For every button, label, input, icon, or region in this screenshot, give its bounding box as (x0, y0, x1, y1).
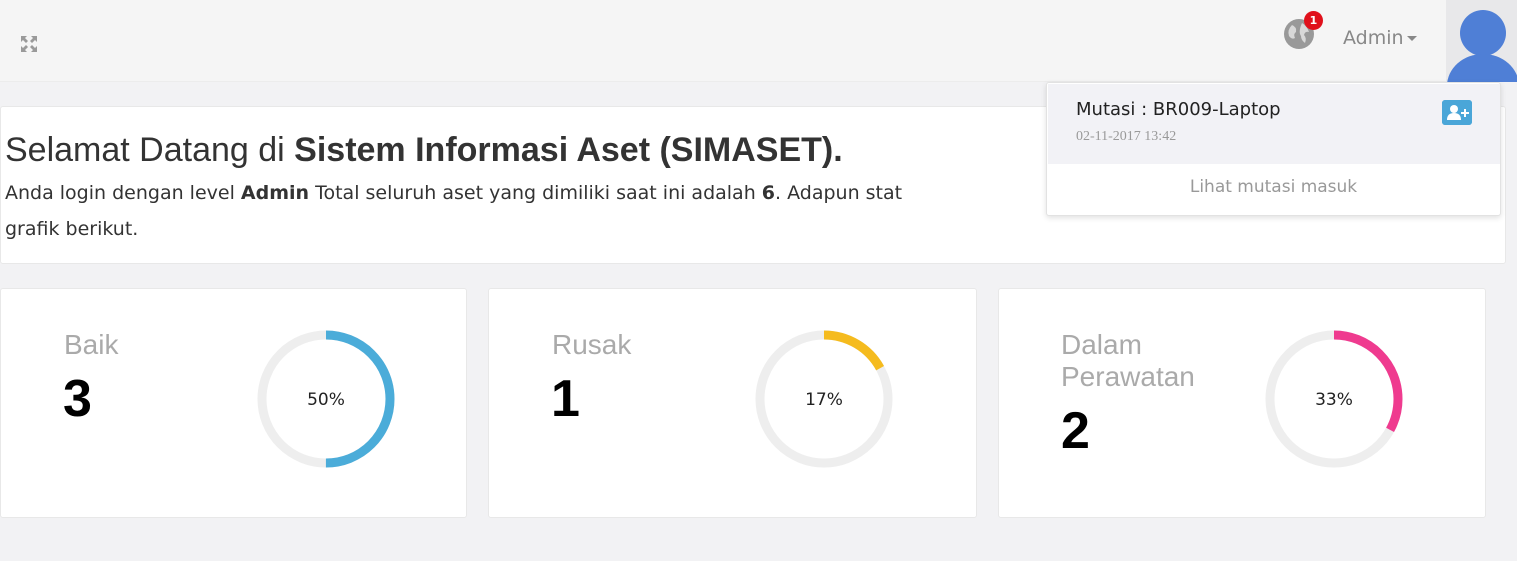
stat-count: 3 (63, 370, 92, 428)
stat-count: 2 (1061, 402, 1090, 460)
add-user-icon (1442, 100, 1472, 125)
donut-percent-label: 33% (1315, 390, 1353, 410)
notification-count-badge: 1 (1304, 11, 1323, 30)
view-incoming-mutations-link[interactable]: Lihat mutasi masuk (1047, 177, 1500, 197)
stat-card-dalam-perawatan: Dalam Perawatan 2 33% (998, 288, 1486, 518)
notification-title: Mutasi : BR009-Laptop (1076, 99, 1281, 120)
stat-card-rusak: Rusak 1 17% (488, 288, 977, 518)
stat-label: Baik (64, 329, 119, 360)
caret-down-icon (1406, 36, 1417, 41)
notification-dropdown: Mutasi : BR009-Laptop 02-11-2017 13:42 L… (1046, 82, 1501, 216)
notification-time: 02-11-2017 13:42 (1076, 129, 1177, 144)
user-avatar[interactable] (1446, 0, 1517, 82)
donut-percent-label: 50% (307, 390, 345, 410)
welcome-description: Anda login dengan level Admin Total selu… (5, 182, 903, 240)
stat-label: Rusak (552, 329, 632, 360)
user-menu-dropdown[interactable]: Admin (1343, 27, 1417, 51)
notification-item[interactable]: Mutasi : BR009-Laptop 02-11-2017 13:42 (1048, 84, 1500, 164)
top-navbar: 1 Admin (0, 0, 1517, 82)
fullscreen-expand-icon[interactable] (19, 34, 39, 54)
donut-percent-label: 17% (805, 390, 843, 410)
stat-card-baik: Baik 3 50% (0, 288, 467, 518)
welcome-title: Selamat Datang di Sistem Informasi Aset … (5, 131, 843, 169)
user-silhouette-icon (1447, 10, 1517, 82)
stat-count: 1 (551, 370, 580, 428)
stat-label: Dalam Perawatan (1061, 329, 1195, 392)
user-menu-label: Admin (1343, 27, 1404, 49)
